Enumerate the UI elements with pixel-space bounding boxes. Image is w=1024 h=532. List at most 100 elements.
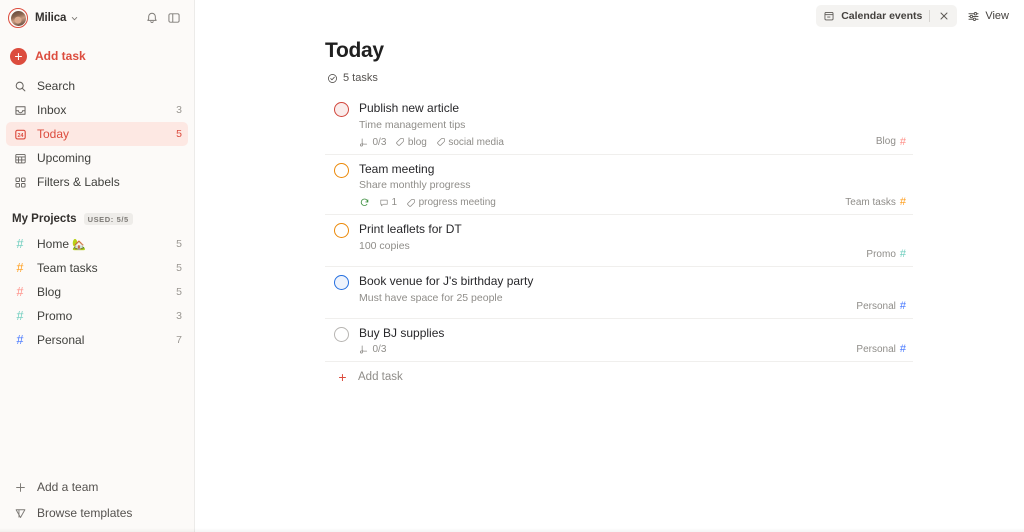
sidebar-header: Milica	[0, 0, 194, 36]
user-avatar-photo	[11, 11, 26, 26]
hash-icon: #	[900, 343, 906, 355]
task-title[interactable]: Team meeting	[359, 162, 913, 177]
task-row[interactable]: Book venue for J's birthday party Must h…	[325, 267, 913, 319]
toggle-sidebar-icon[interactable]	[163, 7, 185, 29]
task-project-tag[interactable]: Personal #	[856, 300, 906, 312]
add-task-label: Add task	[35, 49, 86, 63]
plus-circle-icon: +	[10, 48, 27, 65]
project-count: 3	[176, 310, 182, 322]
sidebar-project-team-tasks[interactable]: # Team tasks 5	[6, 256, 188, 280]
notifications-bell-icon[interactable]	[141, 7, 163, 29]
projects-list: # Home 🏡 5 # Team tasks 5 # Blog 5 # Pro…	[0, 232, 194, 352]
task-row[interactable]: Team meeting Share monthly progress	[325, 155, 913, 216]
sidebar-item-today[interactable]: 24 Today 5	[6, 122, 188, 146]
subtask-meta: 0/3	[359, 344, 386, 355]
project-name-text: Home	[37, 237, 69, 251]
calendar-grid-icon	[12, 150, 28, 166]
task-meta: 0/3	[359, 344, 913, 355]
sidebar-footer: Add a team Browse templates	[0, 474, 194, 532]
task-checkbox[interactable]	[334, 163, 349, 178]
add-task-inline-button[interactable]: + Add task	[325, 362, 913, 383]
label-tag-icon	[395, 137, 405, 147]
label-meta[interactable]: progress meeting	[406, 197, 496, 208]
task-row[interactable]: Buy BJ supplies 0/3	[325, 319, 913, 362]
task-count-row: 5 tasks	[325, 72, 913, 84]
calendar-events-icon	[823, 10, 835, 22]
filters-labels-icon	[12, 174, 28, 190]
task-checkbox[interactable]	[334, 223, 349, 238]
project-name-text: Personal	[856, 344, 895, 355]
label-text: social media	[448, 137, 504, 148]
project-name-text: Team tasks	[845, 197, 896, 208]
task-row[interactable]: Publish new article Time management tips	[325, 94, 913, 155]
add-a-team-button[interactable]: Add a team	[6, 474, 188, 500]
label-text: blog	[408, 137, 427, 148]
sidebar-project-home[interactable]: # Home 🏡 5	[6, 232, 188, 256]
check-circle-icon	[327, 73, 338, 84]
sidebar-project-personal[interactable]: # Personal 7	[6, 328, 188, 352]
sidebar-item-search[interactable]: Search	[6, 74, 188, 98]
task-view: Today 5 tasks Publish new article	[195, 0, 1024, 383]
calendar-events-pill[interactable]: Calendar events	[816, 5, 957, 27]
sidebar-item-inbox[interactable]: Inbox 3	[6, 98, 188, 122]
project-name-text: Personal	[37, 333, 167, 347]
task-body: Buy BJ supplies 0/3	[359, 326, 913, 355]
hash-icon: #	[900, 196, 906, 208]
view-button[interactable]: View	[962, 5, 1014, 27]
sidebar-item-upcoming[interactable]: Upcoming	[6, 146, 188, 170]
task-checkbox[interactable]	[334, 327, 349, 342]
divider	[929, 10, 930, 22]
task-checkbox[interactable]	[334, 102, 349, 117]
add-task-button[interactable]: + Add task	[0, 42, 194, 70]
avatar[interactable]	[8, 8, 28, 28]
label-meta[interactable]: blog	[395, 137, 426, 148]
my-projects-header[interactable]: My Projects Used: 5/5	[0, 208, 194, 230]
subtask-meta: 0/3	[359, 137, 386, 148]
main-toolbar: Calendar events	[816, 0, 1024, 32]
label-tag-icon	[436, 137, 446, 147]
sidebar-item-filters-labels[interactable]: Filters & Labels	[6, 170, 188, 194]
close-icon[interactable]	[937, 9, 951, 23]
task-row[interactable]: Print leaflets for DT 100 copies Promo #	[325, 215, 913, 267]
sidebar-item-label: Filters & Labels	[37, 175, 173, 189]
task-title[interactable]: Publish new article	[359, 101, 913, 116]
subtask-count: 0/3	[373, 344, 387, 355]
projects-used-badge: Used: 5/5	[84, 213, 133, 226]
house-emoji: 🏡	[72, 239, 86, 251]
task-project-tag[interactable]: Personal #	[856, 343, 906, 355]
sidebar-item-count: 3	[176, 104, 182, 116]
sidebar-item-label: Today	[37, 127, 167, 141]
hash-icon: #	[12, 237, 28, 251]
calendar-events-label: Calendar events	[841, 10, 922, 22]
subtask-icon	[359, 137, 370, 148]
project-name-text: Promo	[37, 309, 167, 323]
task-description: Must have space for 25 people	[359, 292, 913, 305]
task-body: Team meeting Share monthly progress	[359, 162, 913, 209]
chevron-down-icon[interactable]	[70, 14, 79, 23]
task-checkbox[interactable]	[334, 275, 349, 290]
hash-icon: #	[12, 261, 28, 275]
task-description: 100 copies	[359, 240, 913, 253]
project-count: 5	[176, 286, 182, 298]
sidebar-project-promo[interactable]: # Promo 3	[6, 304, 188, 328]
sidebar-item-label: Upcoming	[37, 151, 173, 165]
browse-templates-label: Browse templates	[37, 506, 182, 520]
task-title[interactable]: Buy BJ supplies	[359, 326, 913, 341]
task-description: Share monthly progress	[359, 179, 913, 192]
task-count-label: 5 tasks	[343, 72, 378, 84]
browse-templates-button[interactable]: Browse templates	[6, 500, 188, 526]
hash-icon: #	[900, 136, 906, 148]
sidebar-project-blog[interactable]: # Blog 5	[6, 280, 188, 304]
task-description: Time management tips	[359, 119, 913, 132]
task-project-tag[interactable]: Team tasks #	[845, 196, 906, 208]
task-project-tag[interactable]: Blog #	[876, 136, 906, 148]
recurring-meta	[359, 197, 370, 208]
user-name[interactable]: Milica	[35, 12, 66, 24]
project-name-text: Blog	[37, 285, 167, 299]
label-meta[interactable]: social media	[436, 137, 504, 148]
task-project-tag[interactable]: Promo #	[866, 248, 906, 260]
task-title[interactable]: Book venue for J's birthday party	[359, 274, 913, 289]
task-title[interactable]: Print leaflets for DT	[359, 222, 913, 237]
add-task-inline-label: Add task	[358, 371, 403, 383]
inbox-icon	[12, 102, 28, 118]
